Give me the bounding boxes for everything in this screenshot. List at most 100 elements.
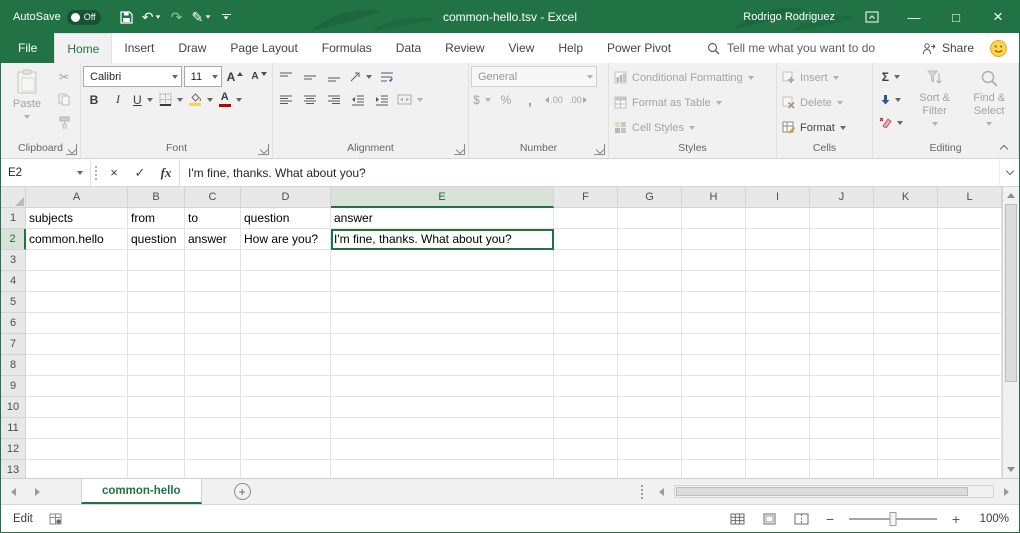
cell-g3[interactable]	[618, 250, 682, 271]
cell-l1[interactable]	[938, 208, 1002, 229]
cell-h1[interactable]	[682, 208, 746, 229]
cell-k11[interactable]	[874, 418, 938, 439]
row-header-6[interactable]: 6	[1, 313, 26, 334]
cell-k8[interactable]	[874, 355, 938, 376]
underline-button[interactable]: U	[131, 89, 155, 110]
cell-j3[interactable]	[810, 250, 874, 271]
cell-g11[interactable]	[618, 418, 682, 439]
cell-g4[interactable]	[618, 271, 682, 292]
cell-a11[interactable]	[26, 418, 128, 439]
cell-k4[interactable]	[874, 271, 938, 292]
collapse-ribbon-button[interactable]	[996, 140, 1012, 154]
column-header-j[interactable]: J	[810, 187, 874, 208]
cell-i6[interactable]	[746, 313, 810, 334]
cell-h3[interactable]	[682, 250, 746, 271]
cell-i2[interactable]	[746, 229, 810, 250]
name-box[interactable]: E2	[1, 159, 91, 186]
tell-me-box[interactable]: Tell me what you want to do	[707, 33, 875, 63]
cell-a5[interactable]	[26, 292, 128, 313]
cell-l2[interactable]	[938, 229, 1002, 250]
cell-a6[interactable]	[26, 313, 128, 334]
cell-l10[interactable]	[938, 397, 1002, 418]
sheet-nav-left-button[interactable]	[1, 479, 25, 504]
page-break-view-button[interactable]	[791, 509, 811, 529]
copy-button[interactable]	[53, 89, 75, 110]
horizontal-scroll-thumb[interactable]	[676, 487, 968, 496]
minimize-button[interactable]: —	[893, 1, 935, 33]
cell-a13[interactable]	[26, 460, 128, 478]
cell-g1[interactable]	[618, 208, 682, 229]
cell-i9[interactable]	[746, 376, 810, 397]
feedback-smiley-icon[interactable]	[990, 40, 1007, 57]
cell-d8[interactable]	[241, 355, 331, 376]
cell-l7[interactable]	[938, 334, 1002, 355]
cell-f2[interactable]	[554, 229, 618, 250]
column-header-k[interactable]: K	[874, 187, 938, 208]
cell-k2[interactable]	[874, 229, 938, 250]
cell-d11[interactable]	[241, 418, 331, 439]
cell-c3[interactable]	[185, 250, 241, 271]
cell-j13[interactable]	[810, 460, 874, 478]
cell-b3[interactable]	[128, 250, 185, 271]
enter-button[interactable]: ✓	[127, 159, 153, 186]
cell-b5[interactable]	[128, 292, 185, 313]
cell-d6[interactable]	[241, 313, 331, 334]
font-color-button[interactable]: A	[217, 89, 244, 110]
cell-b12[interactable]	[128, 439, 185, 460]
select-all-corner[interactable]	[1, 187, 26, 208]
bold-button[interactable]: B	[83, 89, 105, 110]
cell-h10[interactable]	[682, 397, 746, 418]
cell-e12[interactable]	[331, 439, 554, 460]
insert-function-button[interactable]: fx	[153, 159, 179, 186]
cell-j7[interactable]	[810, 334, 874, 355]
cell-i13[interactable]	[746, 460, 810, 478]
cell-i12[interactable]	[746, 439, 810, 460]
cell-l4[interactable]	[938, 271, 1002, 292]
cell-d2[interactable]: How are you?	[241, 229, 331, 250]
redo-button[interactable]: ↷	[164, 4, 188, 30]
cell-j11[interactable]	[810, 418, 874, 439]
cell-b1[interactable]: from	[128, 208, 185, 229]
cell-c8[interactable]	[185, 355, 241, 376]
cell-b9[interactable]	[128, 376, 185, 397]
cell-e13[interactable]	[331, 460, 554, 478]
decrease-decimal-button[interactable]: .00	[567, 89, 589, 110]
column-header-a[interactable]: A	[26, 187, 128, 208]
cell-e8[interactable]	[331, 355, 554, 376]
cell-b4[interactable]	[128, 271, 185, 292]
sheet-tab-common-hello[interactable]: common-hello	[81, 479, 202, 504]
undo-button[interactable]: ↶	[139, 4, 165, 30]
cell-j6[interactable]	[810, 313, 874, 334]
maximize-button[interactable]: □	[935, 1, 977, 33]
cell-g7[interactable]	[618, 334, 682, 355]
cell-c13[interactable]	[185, 460, 241, 478]
column-header-l[interactable]: L	[938, 187, 1002, 208]
cell-h9[interactable]	[682, 376, 746, 397]
cell-e5[interactable]	[331, 292, 554, 313]
cell-b8[interactable]	[128, 355, 185, 376]
orientation-button[interactable]	[347, 66, 374, 87]
cell-l12[interactable]	[938, 439, 1002, 460]
cell-e6[interactable]	[331, 313, 554, 334]
cell-i8[interactable]	[746, 355, 810, 376]
cell-g9[interactable]	[618, 376, 682, 397]
cell-e4[interactable]	[331, 271, 554, 292]
cell-a3[interactable]	[26, 250, 128, 271]
row-header-2[interactable]: 2	[1, 229, 26, 250]
cell-a7[interactable]	[26, 334, 128, 355]
ink-button[interactable]: ✎	[188, 4, 214, 30]
cell-c9[interactable]	[185, 376, 241, 397]
cell-e2[interactable]: I'm fine, thanks. What about you?	[331, 229, 554, 250]
share-button[interactable]: Share	[922, 41, 974, 55]
cell-d9[interactable]	[241, 376, 331, 397]
tab-view[interactable]: View	[497, 33, 547, 63]
cell-f1[interactable]	[554, 208, 618, 229]
wrap-text-button[interactable]	[376, 66, 398, 87]
cell-d12[interactable]	[241, 439, 331, 460]
cell-i3[interactable]	[746, 250, 810, 271]
cell-f11[interactable]	[554, 418, 618, 439]
cell-g5[interactable]	[618, 292, 682, 313]
new-sheet-button[interactable]: +	[234, 483, 251, 500]
cell-b6[interactable]	[128, 313, 185, 334]
format-cells-button[interactable]: Format	[779, 116, 870, 139]
